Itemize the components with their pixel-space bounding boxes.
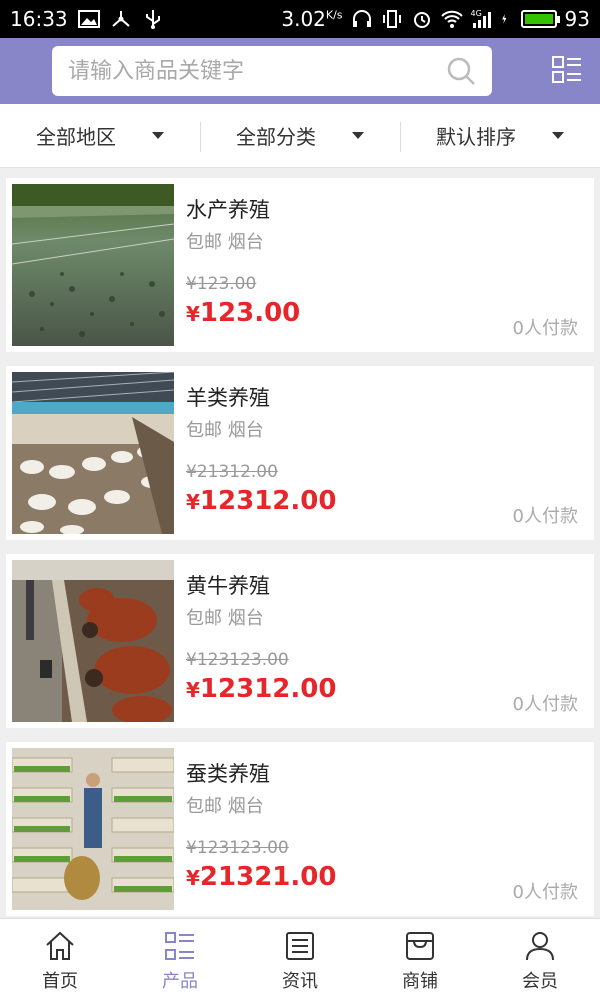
product-price: ¥12312.00: [186, 486, 336, 516]
list-icon: [165, 932, 194, 960]
product-price: ¥12312.00: [186, 674, 336, 704]
news-icon: [286, 932, 314, 960]
filter-category[interactable]: 全部分类: [200, 104, 400, 167]
product-price: ¥123.00: [186, 298, 300, 328]
chevron-down-icon: [152, 132, 164, 139]
status-time: 16:33: [10, 7, 68, 31]
vibrate-icon: [382, 10, 401, 28]
product-image-fish-pond[interactable]: [12, 184, 174, 346]
product-card[interactable]: 蚕类养殖 包邮 烟台 ¥123123.00 ¥21321.00 0人付款: [6, 742, 594, 916]
nav-products[interactable]: 产品: [120, 919, 240, 1000]
filter-region[interactable]: 全部地区: [0, 104, 200, 167]
price-value: 12312.00: [199, 486, 337, 516]
nav-home-label: 首页: [42, 971, 78, 992]
original-price: ¥21312.00: [186, 462, 278, 482]
nav-news-label: 资讯: [282, 971, 318, 992]
share-icon: [111, 11, 130, 27]
store-icon: [406, 932, 434, 960]
original-price: ¥123.00: [186, 274, 257, 294]
original-price: ¥123123.00: [186, 838, 289, 858]
sales-count: 0人付款: [512, 318, 578, 339]
user-icon: [526, 932, 554, 961]
product-name[interactable]: 蚕类养殖: [186, 758, 270, 788]
filter-sort[interactable]: 默认排序: [400, 104, 600, 167]
original-price: ¥123123.00: [186, 650, 289, 670]
product-card[interactable]: 羊类养殖 包邮 烟台 ¥21312.00 ¥12312.00 0人付款: [6, 366, 594, 540]
signal-label: 4G: [470, 9, 482, 18]
product-image-silkworm[interactable]: [12, 748, 174, 910]
filter-region-label: 全部地区: [36, 125, 116, 149]
network-speed: 3.02K/s: [281, 7, 343, 31]
search-box[interactable]: [52, 46, 492, 96]
battery-level: 93: [564, 7, 590, 31]
filter-sort-label: 默认排序: [436, 125, 516, 149]
search-input[interactable]: [68, 58, 446, 84]
wifi-icon: [440, 10, 463, 28]
header: [0, 38, 600, 104]
product-name[interactable]: 黄牛养殖: [186, 570, 270, 600]
currency-symbol: ¥: [186, 866, 200, 890]
product-meta: 包邮 烟台: [186, 232, 264, 253]
currency-symbol: ¥: [186, 302, 200, 326]
nav-member-label: 会员: [522, 971, 558, 992]
price-value: 123.00: [199, 298, 301, 328]
product-name[interactable]: 水产养殖: [186, 194, 270, 224]
currency-symbol: ¥: [186, 490, 200, 514]
filter-category-label: 全部分类: [236, 125, 316, 149]
nav-member[interactable]: 会员: [480, 919, 600, 1000]
filter-bar: 全部地区 全部分类 默认排序: [0, 104, 600, 168]
usb-icon: [145, 10, 160, 29]
product-meta: 包邮 烟台: [186, 420, 264, 441]
currency-symbol: ¥: [186, 678, 200, 702]
product-meta: 包邮 烟台: [186, 796, 264, 817]
product-image-sheep-barn[interactable]: [12, 372, 174, 534]
product-card[interactable]: 黄牛养殖 包邮 烟台 ¥123123.00 ¥12312.00 0人付款: [6, 554, 594, 728]
product-name[interactable]: 羊类养殖: [186, 382, 270, 412]
sales-count: 0人付款: [512, 506, 578, 527]
alarm-icon: [413, 12, 430, 28]
charging-icon: [501, 14, 507, 24]
status-bar: 16:33 3.02K/s 4G 93: [0, 0, 600, 38]
headphones-icon: [352, 10, 371, 27]
battery-icon: [520, 10, 560, 28]
image-icon: [77, 10, 100, 28]
nav-store-label: 商铺: [402, 971, 438, 992]
price-value: 21321.00: [199, 862, 337, 892]
nav-products-label: 产品: [162, 971, 198, 992]
bottom-nav: 首页 产品 资讯 商铺 会员: [0, 918, 600, 1000]
search-icon[interactable]: [446, 56, 476, 86]
nav-news[interactable]: 资讯: [240, 919, 360, 1000]
sales-count: 0人付款: [512, 882, 578, 903]
network-speed-unit: K/s: [325, 8, 343, 22]
cell-signal: 4G: [471, 9, 493, 29]
nav-home[interactable]: 首页: [0, 919, 120, 1000]
product-price: ¥21321.00: [186, 862, 336, 892]
chevron-down-icon: [352, 132, 364, 139]
price-value: 12312.00: [199, 674, 337, 704]
nav-store[interactable]: 商铺: [360, 919, 480, 1000]
product-meta: 包邮 烟台: [186, 608, 264, 629]
category-menu-icon[interactable]: [552, 55, 582, 85]
chevron-down-icon: [552, 132, 564, 139]
product-image-cattle[interactable]: [12, 560, 174, 722]
sales-count: 0人付款: [512, 694, 578, 715]
home-icon: [46, 931, 74, 960]
product-card[interactable]: 水产养殖 包邮 烟台 ¥123.00 ¥123.00 0人付款: [6, 178, 594, 352]
